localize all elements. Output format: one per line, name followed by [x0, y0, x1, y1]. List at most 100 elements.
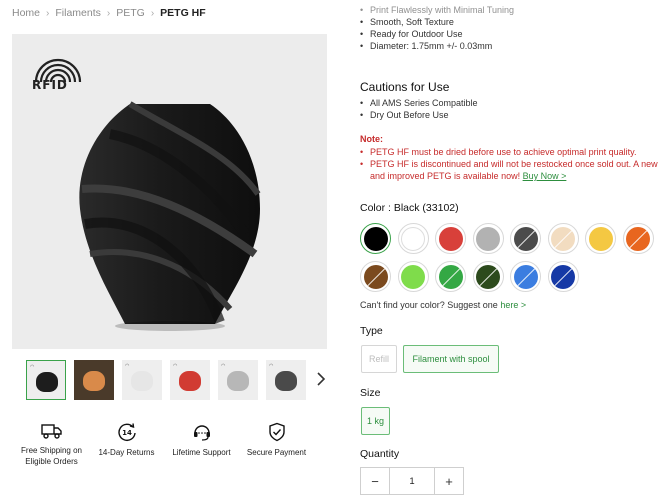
- size-option-1kg[interactable]: 1 kg: [361, 407, 390, 435]
- rfid-label: RFID: [32, 78, 68, 92]
- detail-item: Diameter: 1.75mm +/- 0.03mm: [360, 40, 514, 52]
- color-swatch-yellow[interactable]: [585, 223, 616, 254]
- color-swatch-green[interactable]: [435, 261, 466, 292]
- feature-badges: Free Shipping on Eligible Orders 14 14-D…: [14, 422, 314, 468]
- color-swatch-dark-green[interactable]: [472, 261, 504, 292]
- detail-item: Smooth, Soft Texture: [360, 16, 514, 28]
- feature-label: Secure Payment: [246, 448, 307, 457]
- note-list: PETG HF must be dried before use to achi…: [360, 146, 660, 182]
- quantity-increase-button[interactable]: +: [435, 468, 463, 494]
- thumbnail-red[interactable]: ◠: [170, 360, 210, 400]
- swatch-color-dot: [513, 264, 538, 289]
- swatch-slash-mark: [365, 266, 387, 287]
- cautions-heading: Cautions for Use: [360, 80, 450, 94]
- truck-icon: [40, 424, 62, 439]
- breadcrumb-filaments[interactable]: Filaments: [55, 7, 101, 19]
- swatch-color-dot: [551, 264, 575, 289]
- swatch-color-dot: [476, 264, 500, 289]
- note-heading: Note:: [360, 134, 383, 144]
- product-details-list: Print Flawlessly with Minimal Tuning Smo…: [360, 4, 514, 52]
- swatch-slash-mark: [553, 228, 574, 249]
- size-label: Size: [360, 387, 381, 399]
- thumbnail-swatch: [179, 371, 201, 391]
- swatch-slash-mark: [515, 266, 537, 287]
- swatch-color-dot: [588, 226, 613, 251]
- swatch-slash-mark: [628, 228, 649, 249]
- feature-label: Free Shipping on Eligible Orders: [21, 446, 82, 466]
- cautions-list: All AMS Series Compatible Dry Out Before…: [360, 97, 478, 121]
- shield-check-icon: [268, 422, 285, 442]
- quantity-stepper: − 1 +: [360, 467, 464, 495]
- type-option-filament-with-spool[interactable]: Filament with spool: [403, 345, 499, 373]
- color-swatch-blue[interactable]: [510, 261, 541, 292]
- color-swatch-white[interactable]: [397, 223, 429, 254]
- swatch-color-dot: [476, 226, 500, 251]
- thumbnail-swatch: [36, 372, 58, 392]
- color-swatch-dark-gray[interactable]: [510, 223, 541, 254]
- thumbnail-white[interactable]: ◠: [122, 360, 162, 400]
- 14-day-return-icon: 14: [117, 423, 136, 442]
- breadcrumb-separator: ›: [46, 7, 50, 19]
- color-swatch-cream[interactable]: [547, 223, 579, 254]
- color-swatch-lime-green[interactable]: [397, 261, 429, 292]
- swatch-color-dot: [438, 264, 463, 289]
- buy-now-link[interactable]: Buy Now >: [523, 171, 567, 181]
- rfid-mini-icon: ◠: [173, 363, 178, 369]
- color-swatch-orange[interactable]: [622, 223, 654, 254]
- color-swatch-gray[interactable]: [472, 223, 504, 254]
- caution-item: All AMS Series Compatible: [360, 97, 478, 109]
- color-swatch-navy-blue[interactable]: [547, 261, 579, 292]
- quantity-decrease-button[interactable]: −: [361, 468, 389, 494]
- thumbnail-strip: ◠ ◠ ◠ ◠ ◠: [26, 360, 306, 400]
- detail-item: Print Flawlessly with Minimal Tuning: [360, 4, 514, 16]
- thumbnail-dark-gray[interactable]: ◠: [266, 360, 306, 400]
- quantity-input[interactable]: 1: [389, 468, 435, 494]
- color-swatch-black[interactable]: [360, 223, 391, 254]
- rfid-mini-icon: ◠: [221, 363, 226, 369]
- spiral-vase-image: [79, 101, 261, 331]
- suggest-text: Can't find your color? Suggest one: [360, 300, 498, 310]
- thumbnail-swatch: [83, 371, 105, 391]
- rfid-mini-icon: ◠: [125, 363, 130, 369]
- swatch-color-dot: [401, 226, 425, 251]
- feature-free-shipping: Free Shipping on Eligible Orders: [14, 422, 89, 468]
- breadcrumb-separator: ›: [150, 7, 155, 19]
- type-option-refill[interactable]: Refill: [361, 345, 397, 373]
- type-label: Type: [360, 325, 383, 337]
- thumbnail-swatch: [227, 371, 249, 391]
- swatch-color-dot: [438, 226, 463, 251]
- rfid-mini-icon: ◠: [269, 363, 274, 369]
- swatch-slash-mark: [478, 266, 499, 287]
- breadcrumb-current: PETG HF: [160, 7, 206, 19]
- product-main-image[interactable]: RFID: [12, 34, 327, 349]
- breadcrumb: Home › Filaments › PETG › PETG HF: [12, 7, 206, 19]
- thumbnail-multicolor[interactable]: [74, 360, 114, 400]
- feature-support: Lifetime Support: [164, 422, 239, 468]
- feature-label: 14-Day Returns: [98, 448, 155, 457]
- breadcrumb-separator: ›: [106, 7, 111, 19]
- suggest-color: Can't find your color? Suggest one here …: [360, 300, 526, 310]
- thumbnail-gray[interactable]: ◠: [218, 360, 258, 400]
- color-swatch-red[interactable]: [435, 223, 466, 254]
- breadcrumb-petg[interactable]: PETG: [116, 7, 145, 19]
- quantity-label: Quantity: [360, 448, 400, 460]
- swatch-color-dot: [363, 226, 388, 251]
- color-swatch-brown[interactable]: [360, 261, 391, 292]
- svg-text:14: 14: [122, 429, 132, 437]
- swatch-color-dot: [401, 264, 425, 289]
- chevron-right-icon[interactable]: [316, 372, 326, 386]
- color-label: Color : Black (33102): [360, 202, 459, 214]
- note-text: PETG HF is discontinued and will not be …: [370, 159, 658, 181]
- caution-item: Dry Out Before Use: [360, 109, 478, 121]
- thumbnail-swatch: [275, 371, 297, 391]
- suggest-link[interactable]: here >: [500, 300, 526, 310]
- swatch-color-dot: [363, 264, 388, 289]
- feature-secure-payment: Secure Payment: [239, 422, 314, 468]
- swatch-slash-mark: [553, 266, 574, 287]
- swatch-slash-mark: [515, 228, 537, 249]
- color-swatches: [360, 223, 660, 292]
- swatch-color-dot: [513, 226, 538, 251]
- thumbnail-black[interactable]: ◠: [26, 360, 66, 400]
- breadcrumb-home[interactable]: Home: [12, 7, 40, 19]
- headset-icon: [193, 425, 210, 441]
